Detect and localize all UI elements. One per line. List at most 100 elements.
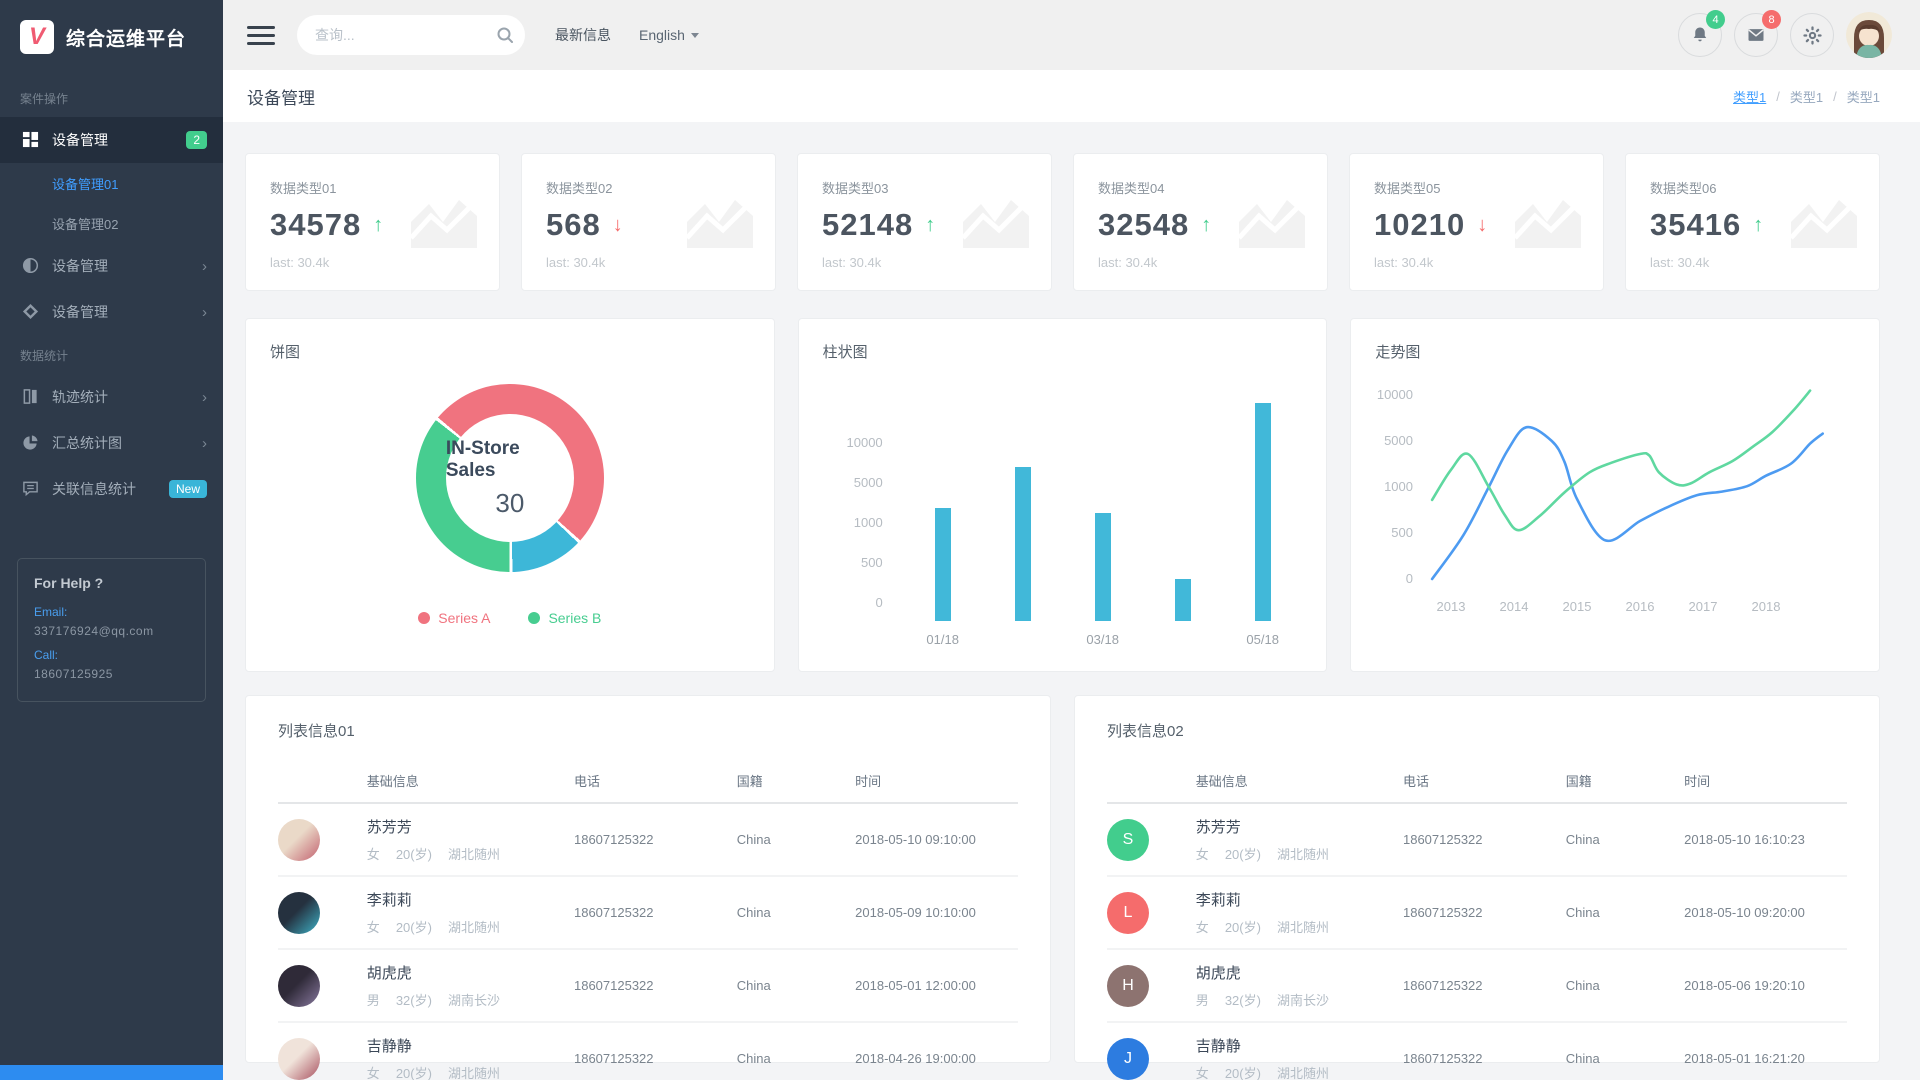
trend-down-icon: ↓ [613, 214, 623, 237]
sparkline-icon [1787, 192, 1861, 253]
breadcrumb-item[interactable]: 类型1 [1847, 87, 1880, 106]
breadcrumb-item[interactable]: 类型1 [1790, 87, 1823, 106]
bar-chart[interactable]: 0500100050001000001/1803/1805/18 [825, 385, 1303, 647]
bell-icon [1690, 25, 1710, 45]
pie-legend: Series A Series B [418, 610, 601, 626]
series-blue [1432, 427, 1823, 579]
help-box: For Help ? Email: 337176924@qq.com Call:… [17, 558, 206, 702]
language-label: English [639, 27, 685, 43]
sidebar-subitem-设备管理01[interactable]: 设备管理01 [0, 163, 223, 203]
phone-cell: 18607125322 [1403, 876, 1566, 949]
line-ytick: 10000 [1377, 387, 1413, 402]
breadcrumb-separator: / [1776, 89, 1780, 104]
sidebar-item-汇总统计图[interactable]: 汇总统计图› [0, 420, 223, 466]
bar-ytick: 500 [825, 555, 883, 570]
trend-up-icon: ↑ [1753, 214, 1763, 237]
legend-item-Series-A[interactable]: Series A [418, 610, 490, 626]
search-input[interactable] [315, 27, 496, 43]
latest-info-link[interactable]: 最新信息 [555, 25, 611, 45]
nation-cell: China [1566, 1022, 1684, 1080]
menu-toggle-icon[interactable] [247, 21, 275, 50]
table-row[interactable]: H胡虎虎男32(岁)湖南长沙18607125322China2018-05-06… [1107, 949, 1847, 1022]
stat-card-数据类型06: 数据类型0635416↑last: 30.4k [1625, 153, 1880, 291]
basic-info-cell: 苏芳芳女20(岁)湖北随州 [1196, 803, 1403, 876]
bar-02/18[interactable] [1015, 467, 1031, 621]
messages-button[interactable]: 8 [1734, 13, 1778, 57]
sidebar-item-轨迹统计[interactable]: 轨迹统计› [0, 374, 223, 420]
notifications-button[interactable]: 4 [1678, 13, 1722, 57]
person-meta: 男32(岁)湖南长沙 [1196, 990, 1403, 1009]
chevron-down-icon [691, 33, 699, 38]
sidebar-menu: 案件操作设备管理2设备管理01设备管理02设备管理›设备管理›数据统计轨迹统计›… [0, 78, 223, 512]
user-avatar[interactable] [1846, 12, 1892, 58]
basic-info-cell: 吉静静女20(岁)湖北随州 [367, 1022, 574, 1080]
stat-last: last: 30.4k [822, 255, 1031, 270]
sidebar-item-关联信息统计[interactable]: 关联信息统计New [0, 466, 223, 512]
donut-chart[interactable]: IN-Store Sales 30 [416, 384, 604, 572]
column-header: 电话 [574, 759, 737, 803]
charts-row: 饼图 IN-Store Sales 30 Series ASeries B 柱状… [245, 318, 1880, 672]
breadcrumb-separator: / [1833, 89, 1837, 104]
line-xtick: 2016 [1626, 599, 1655, 614]
stat-last: last: 30.4k [270, 255, 479, 270]
avatar-cell [278, 876, 367, 949]
topbar-actions: 4 8 [1678, 12, 1892, 58]
table-row[interactable]: 苏芳芳女20(岁)湖北随州18607125322China2018-05-10 … [278, 803, 1018, 876]
settings-button[interactable] [1790, 13, 1834, 57]
sidebar-item-设备管理[interactable]: 设备管理› [0, 243, 223, 289]
nation-cell: China [1566, 803, 1684, 876]
person-name: 苏芳芳 [1196, 816, 1403, 837]
phone-cell: 18607125322 [1403, 949, 1566, 1022]
table-row[interactable]: 胡虎虎男32(岁)湖南长沙18607125322China2018-05-01 … [278, 949, 1018, 1022]
sidebar: V 综合运维平台 案件操作设备管理2设备管理01设备管理02设备管理›设备管理›… [0, 0, 223, 1080]
sidebar-item-设备管理[interactable]: 设备管理2 [0, 117, 223, 163]
phone-cell: 18607125322 [574, 876, 737, 949]
language-dropdown[interactable]: English [639, 27, 699, 43]
donut-center: IN-Store Sales 30 [446, 414, 574, 542]
table-row[interactable]: S苏芳芳女20(岁)湖北随州18607125322China2018-05-10… [1107, 803, 1847, 876]
gear-icon [1802, 25, 1823, 46]
stat-last: last: 30.4k [546, 255, 755, 270]
column-header: 时间 [855, 759, 1018, 803]
line-xtick: 2014 [1500, 599, 1529, 614]
sparkline-icon [1235, 192, 1309, 253]
sidebar-item-label: 关联信息统计 [52, 479, 169, 499]
stat-card-数据类型02: 数据类型02568↓last: 30.4k [521, 153, 776, 291]
line-xtick: 2013 [1437, 599, 1466, 614]
letter-avatar: L [1107, 892, 1149, 934]
sidebar-item-设备管理[interactable]: 设备管理› [0, 289, 223, 335]
column-header: 电话 [1403, 759, 1566, 803]
bar-05/18[interactable] [1255, 403, 1271, 621]
help-call-value: 18607125925 [34, 667, 189, 681]
table-row[interactable]: 李莉莉女20(岁)湖北随州18607125322China2018-05-09 … [278, 876, 1018, 949]
search-icon[interactable] [496, 26, 514, 44]
avatar-cell [278, 1022, 367, 1080]
table-row[interactable]: 吉静静女20(岁)湖北随州18607125322China2018-04-26 … [278, 1022, 1018, 1080]
line-chart[interactable]: 0500100050001000020132014201520162017201… [1365, 379, 1870, 636]
sparkline-icon [1511, 192, 1585, 253]
breadcrumb-item[interactable]: 类型1 [1733, 87, 1766, 106]
line-xtick: 2017 [1689, 599, 1718, 614]
avatar [278, 819, 320, 861]
bar-03/18[interactable] [1095, 513, 1111, 621]
chevron-right-icon: › [202, 304, 207, 321]
legend-item-Series-B[interactable]: Series B [528, 610, 601, 626]
bar-01/18[interactable] [935, 508, 951, 621]
bar-04/18[interactable] [1175, 579, 1191, 621]
tables-row: 列表信息01 基础信息电话国籍时间苏芳芳女20(岁)湖北随州1860712532… [245, 695, 1880, 1063]
trend-up-icon: ↑ [373, 214, 383, 237]
sidebar-bottom-strip [0, 1065, 223, 1080]
grid-icon [22, 131, 40, 149]
sidebar-subitem-设备管理02[interactable]: 设备管理02 [0, 203, 223, 243]
table-row[interactable]: L李莉莉女20(岁)湖北随州18607125322China2018-05-10… [1107, 876, 1847, 949]
line-ytick: 500 [1392, 525, 1414, 540]
column-header [278, 759, 367, 803]
table-row[interactable]: J吉静静女20(岁)湖北随州18607125322China2018-05-01… [1107, 1022, 1847, 1080]
sidebar-item-label: 设备管理 [52, 302, 202, 322]
stat-value: 32548 [1098, 207, 1189, 243]
person-meta: 男32(岁)湖南长沙 [367, 990, 574, 1009]
main-area: 最新信息 English 4 8 设备管理 类型1/类型1/类型1 [223, 0, 1920, 1080]
help-call-label: Call: [34, 648, 189, 662]
stat-card-数据类型04: 数据类型0432548↑last: 30.4k [1073, 153, 1328, 291]
time-cell: 2018-05-10 09:20:00 [1684, 876, 1847, 949]
